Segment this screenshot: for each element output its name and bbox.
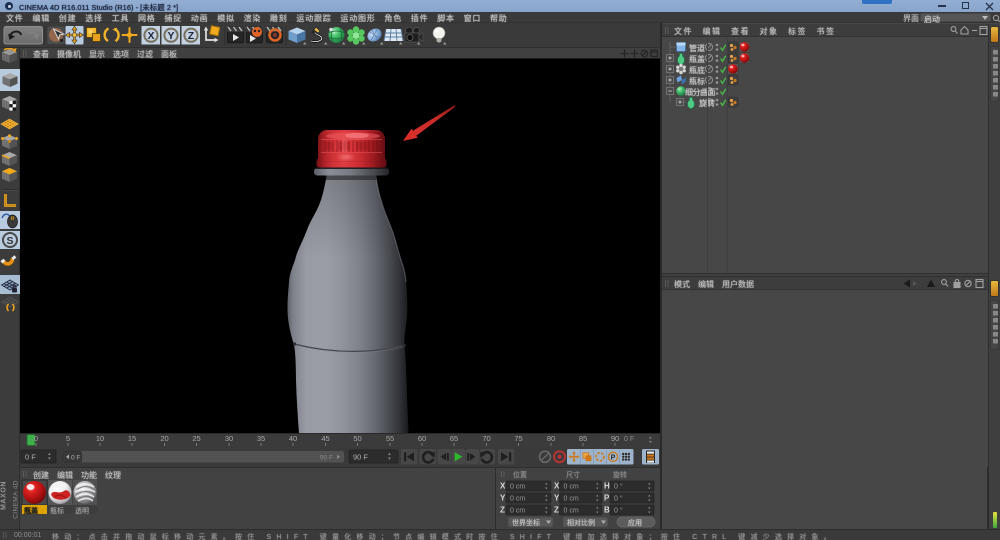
svg-text:0 cm: 0 cm: [564, 484, 579, 491]
svg-text:55: 55: [386, 434, 394, 443]
svg-text:P: P: [611, 455, 616, 462]
svg-text:P: P: [604, 494, 610, 503]
svg-text:20: 20: [160, 434, 168, 443]
svg-text:X: X: [500, 482, 506, 491]
svg-text:0 F: 0 F: [624, 436, 634, 443]
svg-text:0 cm: 0 cm: [510, 496, 525, 503]
svg-text:75: 75: [514, 434, 522, 443]
svg-text:0: 0: [34, 434, 38, 443]
svg-text:0 °: 0 °: [614, 483, 623, 491]
svg-text:0 F: 0 F: [25, 453, 36, 462]
svg-text:H: H: [604, 482, 610, 491]
svg-text:35: 35: [257, 434, 265, 443]
svg-text:10: 10: [96, 434, 104, 443]
svg-text:X: X: [147, 30, 154, 42]
svg-text:Y: Y: [167, 30, 174, 42]
svg-text:70: 70: [482, 434, 490, 443]
svg-text:50: 50: [353, 434, 361, 443]
svg-text:0 cm: 0 cm: [510, 508, 525, 515]
svg-text:X: X: [554, 482, 560, 491]
svg-text:40: 40: [289, 434, 297, 443]
svg-text:85: 85: [579, 434, 587, 443]
svg-text:30: 30: [225, 434, 233, 443]
svg-text:0 °: 0 °: [614, 495, 623, 503]
svg-text:90: 90: [611, 434, 619, 443]
svg-text:25: 25: [192, 434, 200, 443]
svg-text:0 F: 0 F: [71, 455, 80, 462]
svg-text:15: 15: [128, 434, 136, 443]
svg-text:0 cm: 0 cm: [510, 484, 525, 491]
svg-text:90 F: 90 F: [320, 455, 333, 462]
svg-text:0 cm: 0 cm: [564, 508, 579, 515]
svg-text:80: 80: [547, 434, 555, 443]
svg-text:90 F: 90 F: [353, 453, 368, 462]
svg-text:Y: Y: [554, 494, 560, 503]
svg-text:S: S: [6, 235, 13, 247]
svg-text:45: 45: [321, 434, 329, 443]
svg-text:60: 60: [418, 434, 426, 443]
svg-text:0 °: 0 °: [614, 507, 623, 515]
svg-text:B: B: [604, 506, 610, 515]
svg-text:Y: Y: [500, 494, 506, 503]
svg-text:65: 65: [450, 434, 458, 443]
svg-text:Z: Z: [554, 506, 559, 515]
svg-text:5: 5: [66, 434, 70, 443]
svg-text:0 cm: 0 cm: [564, 496, 579, 503]
svg-text:Z: Z: [500, 506, 505, 515]
svg-text:Z: Z: [188, 30, 195, 42]
